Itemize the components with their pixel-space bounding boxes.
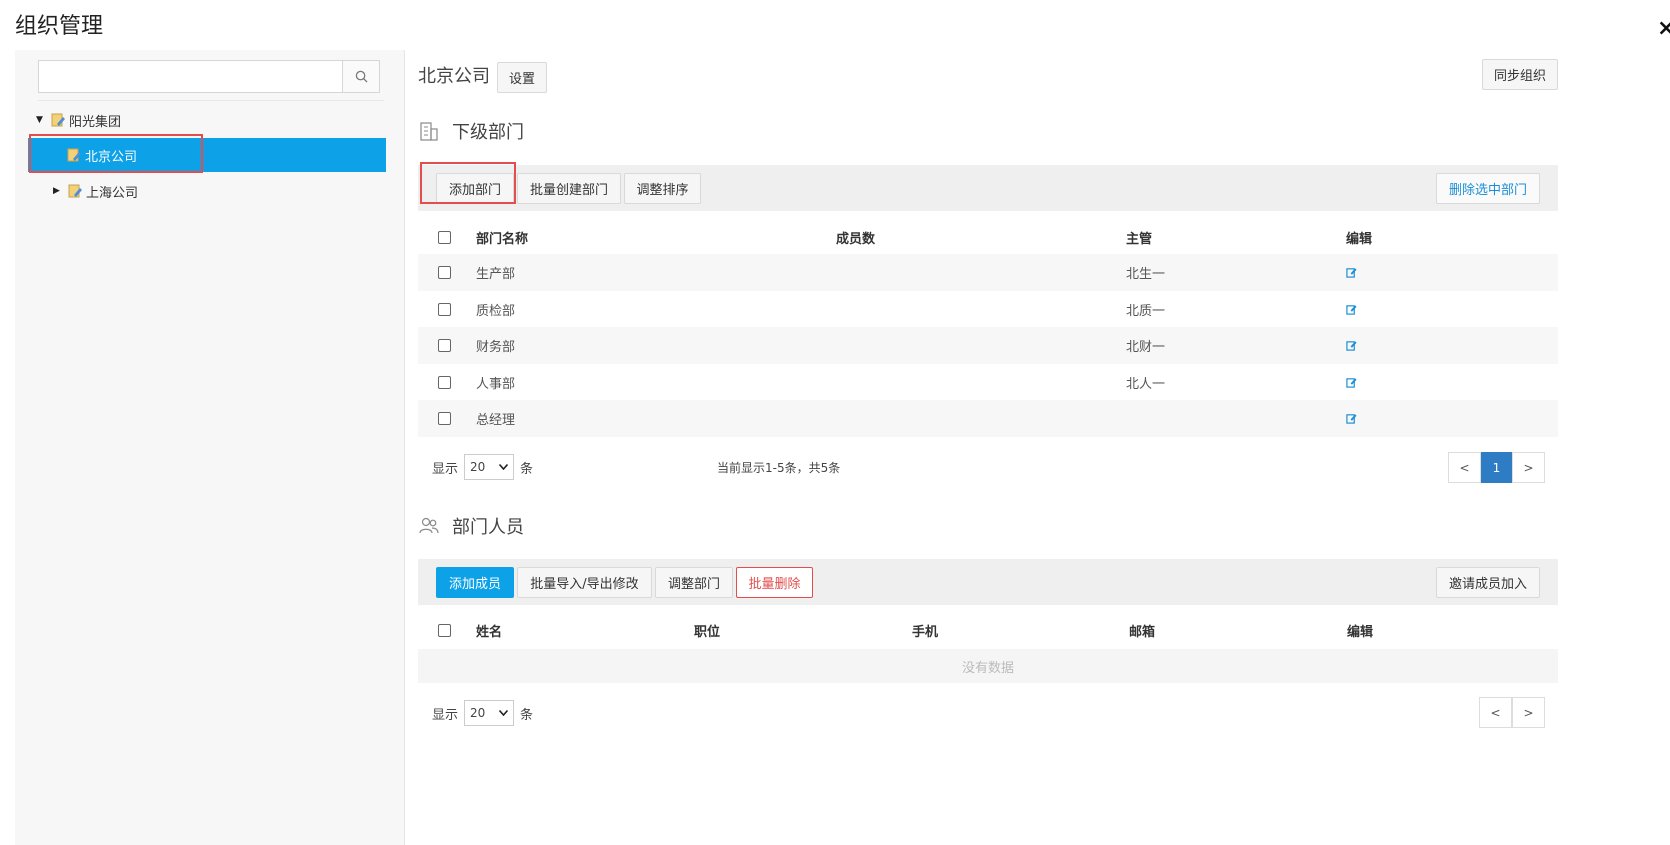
prev-page-button[interactable]: < <box>1479 697 1512 728</box>
next-page-button[interactable]: > <box>1512 452 1545 483</box>
search-button[interactable] <box>342 61 379 92</box>
department-name: 财务部 <box>476 340 516 355</box>
pager-unit-label: 条 <box>520 707 534 723</box>
empty-state: 没有数据 <box>418 649 1558 683</box>
column-header: 姓名 <box>476 624 503 640</box>
search-icon <box>355 70 368 83</box>
manager-name: 北质一 <box>1126 304 1166 319</box>
tree-node-shanghai[interactable]: ▶ 上海公司 <box>53 174 138 208</box>
column-header: 主管 <box>1126 231 1153 247</box>
table-row: 人事部 北人一 <box>418 364 1558 401</box>
column-header: 邮箱 <box>1129 624 1156 640</box>
pager-summary: 当前显示1-5条，共5条 <box>717 460 841 475</box>
select-all-checkbox[interactable] <box>438 230 451 244</box>
department-name: 总经理 <box>476 413 516 428</box>
caret-right-icon[interactable]: ▶ <box>53 186 67 196</box>
row-checkbox[interactable] <box>438 266 451 279</box>
chevron-down-icon <box>499 710 509 716</box>
company-title: 北京公司 <box>418 66 490 87</box>
edit-icon[interactable] <box>1346 377 1357 388</box>
prev-page-button[interactable]: < <box>1448 452 1481 483</box>
pager-show-label: 显示 <box>432 461 459 477</box>
tree-node-label: 阳光集团 <box>69 114 122 130</box>
pager-unit-label: 条 <box>520 461 534 477</box>
table-row: 财务部 北财一 <box>418 327 1558 364</box>
building-icon <box>420 122 438 141</box>
highlight-box <box>420 162 516 204</box>
members-table-header: 姓名 职位 手机 邮箱 编辑 <box>418 611 1558 649</box>
section-label: 部门人员 <box>452 517 524 538</box>
tree-node-label: 上海公司 <box>86 185 139 201</box>
department-name: 质检部 <box>476 304 516 319</box>
table-row: 生产部 北生一 <box>418 254 1558 291</box>
edit-icon[interactable] <box>1346 304 1357 315</box>
edit-icon[interactable] <box>1346 267 1357 278</box>
manager-name: 北人一 <box>1126 377 1166 392</box>
batch-delete-button[interactable]: 批量删除 <box>736 567 813 598</box>
manager-name: 北财一 <box>1126 340 1166 355</box>
highlight-box <box>29 134 203 173</box>
departments-table-header: 部门名称 成员数 主管 编辑 <box>418 218 1558 256</box>
row-checkbox[interactable] <box>438 376 451 389</box>
org-node-icon <box>68 184 82 198</box>
column-header: 编辑 <box>1347 624 1374 640</box>
members-section-title: 部门人员 <box>418 513 524 539</box>
delete-selected-departments-button[interactable]: 删除选中部门 <box>1436 173 1540 204</box>
edit-icon[interactable] <box>1346 340 1357 351</box>
row-checkbox[interactable] <box>438 412 451 425</box>
batch-create-department-button[interactable]: 批量创建部门 <box>517 173 621 204</box>
department-name: 人事部 <box>476 377 516 392</box>
column-header: 部门名称 <box>476 231 529 247</box>
tree-node-group[interactable]: ▼ 阳光集团 <box>36 103 121 137</box>
page-size-select[interactable]: 20 <box>464 700 515 726</box>
settings-button[interactable]: 设置 <box>497 62 547 93</box>
table-row: 总经理 <box>418 400 1558 437</box>
page-size-control: 显示 20 条 <box>432 453 533 481</box>
column-header: 职位 <box>694 624 721 640</box>
next-page-button[interactable]: > <box>1512 697 1545 728</box>
invite-member-button[interactable]: 邀请成员加入 <box>1436 567 1540 598</box>
tree-search <box>38 60 380 93</box>
page-size-value: 20 <box>470 460 486 474</box>
add-member-button[interactable]: 添加成员 <box>436 567 514 598</box>
adjust-order-button[interactable]: 调整排序 <box>624 173 701 204</box>
users-icon <box>419 517 439 534</box>
caret-down-icon[interactable]: ▼ <box>36 115 50 125</box>
departments-section-title: 下级部门 <box>418 118 524 144</box>
column-header: 手机 <box>912 624 939 640</box>
section-label: 下级部门 <box>452 122 524 143</box>
adjust-department-button[interactable]: 调整部门 <box>655 567 733 598</box>
row-checkbox[interactable] <box>438 339 451 352</box>
tree-search-input[interactable] <box>39 61 351 90</box>
edit-icon[interactable] <box>1346 413 1357 424</box>
row-checkbox[interactable] <box>438 303 451 316</box>
sync-org-button[interactable]: 同步组织 <box>1482 59 1558 90</box>
pager-show-label: 显示 <box>432 707 459 723</box>
column-header: 成员数 <box>836 231 876 247</box>
column-header: 编辑 <box>1346 231 1373 247</box>
department-name: 生产部 <box>476 267 516 282</box>
divider <box>38 100 384 101</box>
close-icon[interactable]: × <box>1657 18 1670 40</box>
page-size-control: 显示 20 条 <box>432 699 533 727</box>
page-size-value: 20 <box>470 706 486 720</box>
page-size-select[interactable]: 20 <box>464 454 515 480</box>
chevron-down-icon <box>499 464 509 470</box>
manager-name: 北生一 <box>1126 267 1166 282</box>
table-row: 质检部 北质一 <box>418 291 1558 328</box>
batch-import-export-button[interactable]: 批量导入/导出修改 <box>517 567 652 598</box>
org-node-icon <box>51 113 65 127</box>
page-1-button[interactable]: 1 <box>1481 452 1512 483</box>
window-title: 组织管理 <box>15 14 104 39</box>
select-all-checkbox[interactable] <box>438 623 451 637</box>
